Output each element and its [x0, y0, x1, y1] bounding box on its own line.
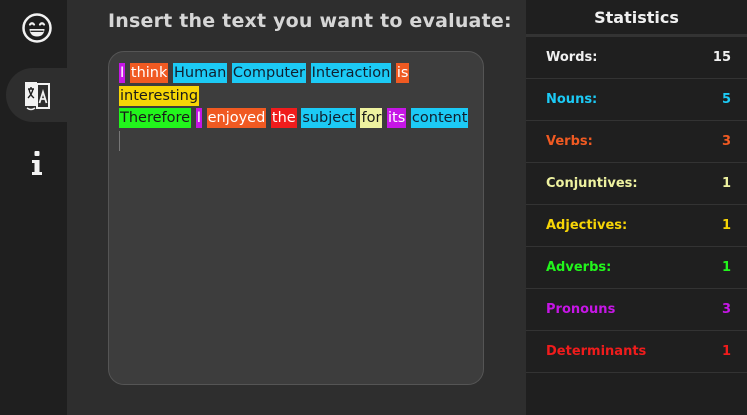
- word-token: I: [195, 108, 202, 128]
- stat-label: Determinants: [546, 344, 647, 359]
- nav-item-translate[interactable]: [6, 68, 67, 122]
- word-token: its: [387, 108, 407, 128]
- stat-value: 3: [721, 302, 731, 317]
- word-token: I: [119, 63, 126, 83]
- word-token: the: [270, 108, 297, 128]
- stat-label: Adjectives:: [546, 218, 628, 233]
- text-line: Therefore I enjoyed the subject for its …: [119, 107, 471, 130]
- translate-icon: [22, 79, 52, 111]
- word-token: for: [360, 108, 383, 128]
- word-token: Therefore: [119, 108, 192, 128]
- stat-value: 1: [721, 218, 731, 233]
- word-token: interesting: [119, 85, 200, 106]
- nav-item-info[interactable]: [6, 136, 67, 190]
- word-token: Interaction: [310, 63, 392, 83]
- stat-label: Adverbs:: [546, 260, 612, 275]
- stat-value: 1: [721, 344, 731, 359]
- stat-row: Words: 15: [526, 37, 747, 79]
- stat-value: 1: [721, 260, 731, 275]
- text-line: interesting: [119, 85, 471, 108]
- emoji-smile-icon: [21, 12, 53, 44]
- word-token: think: [129, 63, 169, 83]
- stat-value: 5: [721, 92, 731, 107]
- main-panel: Insert the text you want to evaluate: I …: [67, 0, 526, 415]
- statistics-panel: Statistics Words: 15 Nouns: 5 Verbs: 3 Conjunt…: [526, 0, 747, 415]
- stat-label: Conjuntives:: [546, 176, 638, 191]
- nav-item-emoji[interactable]: [6, 1, 67, 55]
- word-token: Computer: [231, 63, 306, 83]
- stat-row: Adjectives: 1: [526, 205, 747, 247]
- stat-row: Pronouns 3: [526, 289, 747, 331]
- stat-value: 3: [721, 134, 731, 149]
- stat-row: Conjuntives: 1: [526, 163, 747, 205]
- stat-label: Nouns:: [546, 92, 598, 107]
- stat-row: Adverbs: 1: [526, 247, 747, 289]
- stat-row: Nouns: 5: [526, 79, 747, 121]
- highlighted-text[interactable]: I think Human Computer Interaction is int…: [119, 62, 471, 130]
- text-cursor: [119, 131, 120, 151]
- prompt-title: Insert the text you want to evaluate:: [108, 10, 512, 32]
- sidebar: [0, 0, 67, 415]
- stat-label: Words:: [546, 50, 598, 65]
- statistics-list: Words: 15 Nouns: 5 Verbs: 3 Conjuntives: 1 Adjec…: [526, 37, 747, 373]
- stat-label: Verbs:: [546, 134, 593, 149]
- stat-value: 15: [712, 50, 731, 65]
- word-token: subject: [301, 108, 356, 128]
- info-icon: [30, 150, 44, 176]
- text-line: I think Human Computer Interaction is: [119, 62, 471, 85]
- stat-value: 1: [721, 176, 731, 191]
- word-token: enjoyed: [206, 108, 267, 128]
- text-editor[interactable]: I think Human Computer Interaction is int…: [108, 51, 484, 385]
- stat-row: Determinants 1: [526, 331, 747, 373]
- statistics-title: Statistics: [526, 0, 747, 37]
- stat-row: Verbs: 3: [526, 121, 747, 163]
- word-token: Human: [173, 63, 228, 83]
- stat-label: Pronouns: [546, 302, 616, 317]
- word-token: content: [410, 108, 469, 128]
- word-token: is: [395, 63, 410, 83]
